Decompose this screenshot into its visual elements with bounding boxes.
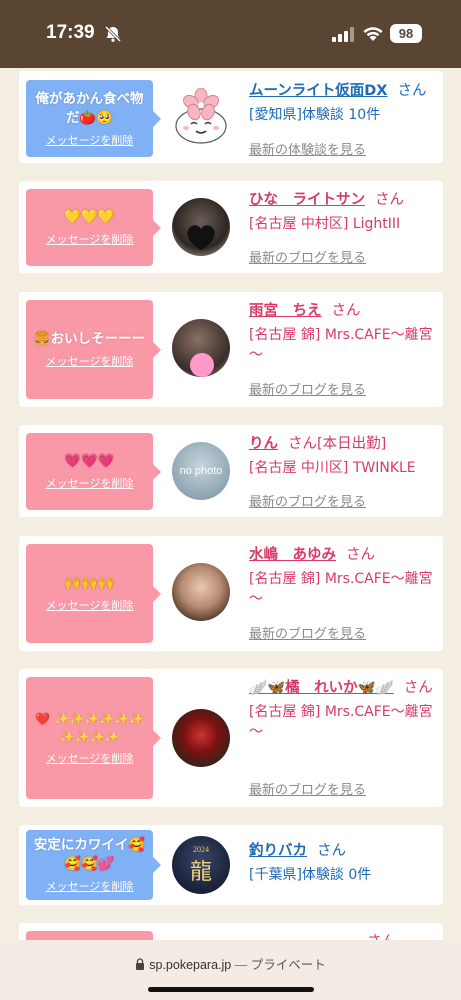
profile-info: ひな ライトサン さん [名古屋 中村区] LightIII xyxy=(249,190,439,234)
browser-url-bar[interactable]: sp.pokepara.jp — プライベート xyxy=(0,940,461,1000)
profile-name-link[interactable]: 釣りバカ xyxy=(249,843,307,859)
delete-message-link[interactable]: メッセージを削除 xyxy=(46,597,134,613)
message-text: 💛💛💛 xyxy=(64,209,115,225)
profile-detail: [名古屋 錦] Mrs.CAFE～離宮～ xyxy=(249,327,433,363)
profile-name-link[interactable]: ムーンライト仮面DX xyxy=(249,83,388,99)
lock-icon xyxy=(136,958,145,970)
honorific: さん xyxy=(397,83,427,99)
profile-detail: [名古屋 錦] Mrs.CAFE～離宮～ xyxy=(249,704,433,740)
profile-info: 釣りバカ さん [千葉県]体験談 0件 xyxy=(249,841,439,885)
honorific: さん xyxy=(331,303,361,319)
message-bubble: 🙌🙌🙌 メッセージを削除 xyxy=(26,544,161,643)
message-bubble: 俺があかん食べ物だ🍅🥺 メッセージを削除 xyxy=(26,80,161,157)
avatar[interactable]: 2024 龍 xyxy=(172,836,230,894)
profile-info: ムーンライト仮面DX さん [愛知県]体験談 10件 xyxy=(249,81,439,125)
bell-muted-icon xyxy=(104,25,122,43)
delete-message-link[interactable]: メッセージを削除 xyxy=(46,878,134,894)
url-separator: — xyxy=(231,958,251,972)
avatar[interactable] xyxy=(172,88,230,146)
avatar-kanji: 龍 xyxy=(189,859,212,885)
profile-name-link[interactable]: 水嶋 あゆみ xyxy=(249,547,336,563)
profile-name-link[interactable]: 🪽🦋橘 れいか🦋🪽 xyxy=(249,680,394,696)
profile-info: 水嶋 あゆみ さん [名古屋 錦] Mrs.CAFE～離宮～ xyxy=(249,545,439,609)
message-text: 俺があかん食べ物だ🍅🥺 xyxy=(35,90,144,126)
profile-info: 🪽🦋橘 れいか🦋🪽 さん [名古屋 錦] Mrs.CAFE～離宮～ xyxy=(249,678,439,742)
battery-icon: 98 xyxy=(390,24,422,43)
list-item: 俺があかん食べ物だ🍅🥺 メッセージを削除 ムーンライト仮面DX さん [愛知県]… xyxy=(19,71,443,163)
profile-detail: [千葉県]体験談 0件 xyxy=(249,867,372,883)
list-item: さん xyxy=(19,923,443,940)
delete-message-link[interactable]: メッセージを削除 xyxy=(46,132,134,148)
cherry-blossom-mascot-icon xyxy=(175,88,227,144)
profile-name-link[interactable]: 雨宮 ちえ xyxy=(249,303,322,319)
private-mode-label: プライベート xyxy=(250,958,326,972)
profile-detail: [名古屋 中川区] TWINKLE xyxy=(249,460,416,476)
profile-info: 雨宮 ちえ さん [名古屋 錦] Mrs.CAFE～離宮～ xyxy=(249,301,439,365)
message-bubble: 安定にカワイイ🥰🥰🥰💕 メッセージを削除 xyxy=(26,830,161,900)
list-item: 🙌🙌🙌 メッセージを削除 水嶋 あゆみ さん [名古屋 錦] Mrs.CAFE～離… xyxy=(19,536,443,651)
latest-blog-link[interactable]: 最新のブログを見る xyxy=(249,379,366,398)
status-time: 17:39 xyxy=(46,22,95,43)
profile-detail: [名古屋 中村区] LightIII xyxy=(249,216,401,232)
avatar[interactable] xyxy=(172,563,230,621)
message-text: ❤️ ✨✨✨✨✨✨✨✨✨✨ xyxy=(35,712,144,744)
delete-message-link[interactable]: メッセージを削除 xyxy=(46,475,134,491)
message-text: 🙌🙌🙌 xyxy=(64,575,115,591)
latest-blog-link[interactable]: 最新のブログを見る xyxy=(249,623,366,642)
latest-blog-link[interactable]: 最新のブログを見る xyxy=(249,247,366,266)
honorific: さん xyxy=(403,680,433,696)
avatar[interactable] xyxy=(172,709,230,767)
list-item: 🍔おいしそーーー メッセージを削除 雨宮 ちえ さん [名古屋 錦] Mrs.CA… xyxy=(19,292,443,407)
profile-detail: [名古屋 錦] Mrs.CAFE～離宮～ xyxy=(249,571,433,607)
status-bar: 17:39 98 xyxy=(0,0,461,68)
honorific: さん xyxy=(375,192,404,208)
delete-message-link[interactable]: メッセージを削除 xyxy=(46,750,134,766)
latest-blog-link[interactable]: 最新のブログを見る xyxy=(249,491,366,510)
profile-name-link[interactable]: ひな ライトサン xyxy=(249,192,365,208)
delete-message-link[interactable]: メッセージを削除 xyxy=(46,231,134,247)
profile-info: りん さん[本日出勤] [名古屋 中川区] TWINKLE xyxy=(249,434,439,478)
list-item: ❤️ ✨✨✨✨✨✨✨✨✨✨ メッセージを削除 🪽🦋橘 れいか🦋🪽 さん [名古屋 … xyxy=(19,669,443,807)
avatar[interactable] xyxy=(172,198,230,256)
message-bubble: ❤️ ✨✨✨✨✨✨✨✨✨✨ メッセージを削除 xyxy=(26,677,161,799)
home-indicator[interactable] xyxy=(148,987,314,992)
photo-placeholder-icon xyxy=(190,353,214,377)
url-display[interactable]: sp.pokepara.jp — プライベート xyxy=(0,954,461,973)
list-item: 💗💗💗 メッセージを削除 no photo りん さん[本日出勤] [名古屋 中川… xyxy=(19,425,443,517)
avatar[interactable] xyxy=(172,319,230,377)
profile-info: さん xyxy=(249,932,439,940)
honorific: さん xyxy=(346,547,375,563)
avatar[interactable]: no photo xyxy=(172,442,230,500)
list-item: 安定にカワイイ🥰🥰🥰💕 メッセージを削除 2024 龍 釣りバカ さん [千葉県]… xyxy=(19,825,443,905)
message-text: 🍔おいしそーーー xyxy=(33,331,146,347)
url-domain: sp.pokepara.jp xyxy=(149,958,232,972)
message-text: 安定にカワイイ🥰🥰🥰💕 xyxy=(33,837,146,872)
profile-name-link[interactable]: りん xyxy=(249,436,278,452)
latest-review-link[interactable]: 最新の体験談を見る xyxy=(249,139,366,158)
message-bubble xyxy=(26,931,153,940)
message-text: 💗💗💗 xyxy=(64,453,115,469)
favorites-list[interactable]: 俺があかん食べ物だ🍅🥺 メッセージを削除 ムーンライト仮面DX さん [愛知県]… xyxy=(0,68,461,940)
message-bubble: 💗💗💗 メッセージを削除 xyxy=(26,433,161,510)
attendance-status: [本日出勤] xyxy=(317,436,387,452)
avatar-year: 2024 xyxy=(193,844,209,854)
message-bubble: 💛💛💛 メッセージを削除 xyxy=(26,189,161,266)
delete-message-link[interactable]: メッセージを削除 xyxy=(46,353,134,369)
signal-icon xyxy=(332,27,354,42)
profile-detail: [愛知県]体験談 10件 xyxy=(249,107,381,123)
honorific: さん xyxy=(288,436,317,452)
photo-placeholder-icon xyxy=(187,225,215,250)
message-bubble: 🍔おいしそーーー メッセージを削除 xyxy=(26,300,161,399)
honorific: さん xyxy=(317,843,346,859)
latest-blog-link[interactable]: 最新のブログを見る xyxy=(249,779,366,798)
wifi-icon xyxy=(363,27,383,41)
list-item: 💛💛💛 メッセージを削除 ひな ライトサン さん [名古屋 中村区] LightI… xyxy=(19,181,443,273)
no-photo-label: no photo xyxy=(179,465,223,477)
